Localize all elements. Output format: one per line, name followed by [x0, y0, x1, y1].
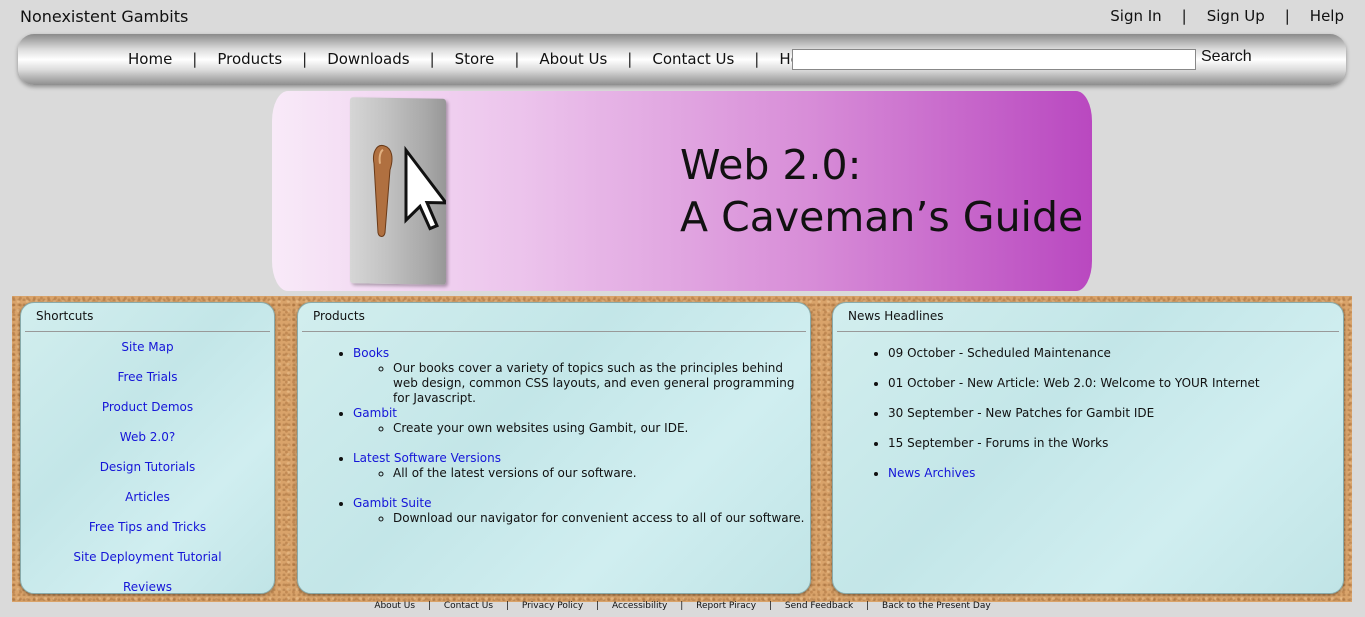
help-link[interactable]: Help [1310, 7, 1344, 25]
separator: | [627, 50, 633, 68]
book-cover-image [350, 97, 450, 285]
news-item: 01 October - New Article: Web 2.0: Welco… [888, 376, 1343, 406]
search-button[interactable]: Search [1201, 48, 1252, 66]
list-item: Gambit Create your own websites using Ga… [353, 406, 810, 451]
separator: | [680, 601, 684, 611]
footer-accessibility[interactable]: Accessibility [612, 601, 667, 611]
shortcut-web-2[interactable]: Web 2.0? [120, 430, 175, 444]
news-list: 09 October - Scheduled Maintenance 01 Oc… [888, 346, 1343, 496]
product-description: Download our navigator for convenient ac… [393, 511, 810, 526]
separator: | [514, 50, 520, 68]
list-item: Reviews [21, 572, 274, 593]
nav-menu: Home | Products | Downloads | Store | Ab… [128, 50, 859, 68]
shortcut-articles[interactable]: Articles [125, 490, 170, 504]
shortcut-reviews[interactable]: Reviews [123, 580, 172, 593]
separator: | [1284, 7, 1290, 25]
list-item: Books Our books cover a variety of topic… [353, 346, 810, 406]
footer-about-us[interactable]: About Us [374, 601, 415, 611]
account-links: Sign In | Sign Up | Help [1110, 7, 1344, 25]
panel-heading-label: Products [313, 309, 365, 323]
shortcuts-heading: Shortcuts [25, 303, 270, 332]
list-item: Web 2.0? [21, 422, 274, 452]
separator: | [596, 601, 600, 611]
news-archives-link[interactable]: News Archives [888, 466, 975, 480]
list-item: Free Trials [21, 362, 274, 392]
separator: | [866, 601, 870, 611]
site-title: Nonexistent Gambits [20, 7, 189, 26]
shortcut-site-map[interactable]: Site Map [121, 340, 173, 354]
footer-links: About Us | Contact Us | Privacy Policy |… [0, 601, 1365, 611]
footer-report-piracy[interactable]: Report Piracy [696, 601, 756, 611]
list-item: Product Demos [21, 392, 274, 422]
news-item: 15 September - Forums in the Works [888, 436, 1343, 466]
nav-home[interactable]: Home [128, 50, 172, 68]
search-input[interactable] [792, 49, 1196, 70]
shortcut-product-demos[interactable]: Product Demos [102, 400, 193, 414]
list-item: Free Tips and Tricks [21, 512, 274, 542]
banner-title-line2: A Caveman’s Guide [680, 193, 1084, 241]
list-item: Latest Software Versions All of the late… [353, 451, 810, 496]
list-item: Articles [21, 482, 274, 512]
separator: | [768, 601, 772, 611]
list-item: Site Deployment Tutorial [21, 542, 274, 572]
banner-title-line1: Web 2.0: [680, 141, 862, 189]
main-navbar: Home | Products | Downloads | Store | Ab… [18, 34, 1346, 85]
product-description: Our books cover a variety of topics such… [393, 361, 810, 406]
product-description: Create your own websites using Gambit, o… [393, 421, 810, 436]
separator: | [427, 601, 431, 611]
shortcut-site-deployment[interactable]: Site Deployment Tutorial [73, 550, 221, 564]
product-latest-versions-link[interactable]: Latest Software Versions [353, 451, 501, 466]
panel-heading-label: News Headlines [848, 309, 944, 323]
footer-send-feedback[interactable]: Send Feedback [785, 601, 853, 611]
list-item: Site Map [21, 332, 274, 362]
shortcuts-list: Site Map Free Trials Product Demos Web 2… [21, 332, 274, 593]
nav-about-us[interactable]: About Us [539, 50, 607, 68]
product-books-link[interactable]: Books [353, 346, 389, 361]
panel-heading-label: Shortcuts [36, 309, 94, 323]
nav-downloads[interactable]: Downloads [327, 50, 409, 68]
nav-products[interactable]: Products [217, 50, 282, 68]
separator: | [192, 50, 198, 68]
club-and-cursor-icon [373, 144, 450, 237]
hero-banner: Web 2.0: A Caveman’s Guide [272, 91, 1092, 291]
product-description: All of the latest versions of our softwa… [393, 466, 810, 481]
separator: | [754, 50, 760, 68]
sign-up-link[interactable]: Sign Up [1207, 7, 1265, 25]
footer-back-to-present[interactable]: Back to the Present Day [882, 601, 991, 611]
list-item: News Archives [888, 466, 1343, 496]
shortcut-free-trials[interactable]: Free Trials [117, 370, 177, 384]
separator: | [302, 50, 308, 68]
products-list: Books Our books cover a variety of topic… [353, 346, 810, 526]
banner-title: Web 2.0: A Caveman’s Guide [680, 139, 1083, 243]
shortcut-free-tips[interactable]: Free Tips and Tricks [89, 520, 206, 534]
news-item: 09 October - Scheduled Maintenance [888, 346, 1343, 376]
separator: | [429, 50, 435, 68]
products-panel: Products Books Our books cover a variety… [297, 302, 811, 594]
news-item: 30 September - New Patches for Gambit ID… [888, 406, 1343, 436]
list-item: Design Tutorials [21, 452, 274, 482]
product-gambit-suite-link[interactable]: Gambit Suite [353, 496, 431, 511]
footer-contact-us[interactable]: Contact Us [444, 601, 493, 611]
news-heading: News Headlines [837, 303, 1339, 332]
list-item: Gambit Suite Download our navigator for … [353, 496, 810, 526]
footer-privacy-policy[interactable]: Privacy Policy [522, 601, 583, 611]
products-heading: Products [302, 303, 806, 332]
product-gambit-link[interactable]: Gambit [353, 406, 397, 421]
sign-in-link[interactable]: Sign In [1110, 7, 1161, 25]
separator: | [1181, 7, 1187, 25]
shortcuts-panel: Shortcuts Site Map Free Trials Product D… [20, 302, 275, 594]
nav-contact-us[interactable]: Contact Us [652, 50, 734, 68]
shortcut-design-tutorials[interactable]: Design Tutorials [100, 460, 196, 474]
news-panel: News Headlines 09 October - Scheduled Ma… [832, 302, 1344, 594]
nav-store[interactable]: Store [455, 50, 495, 68]
separator: | [505, 601, 509, 611]
